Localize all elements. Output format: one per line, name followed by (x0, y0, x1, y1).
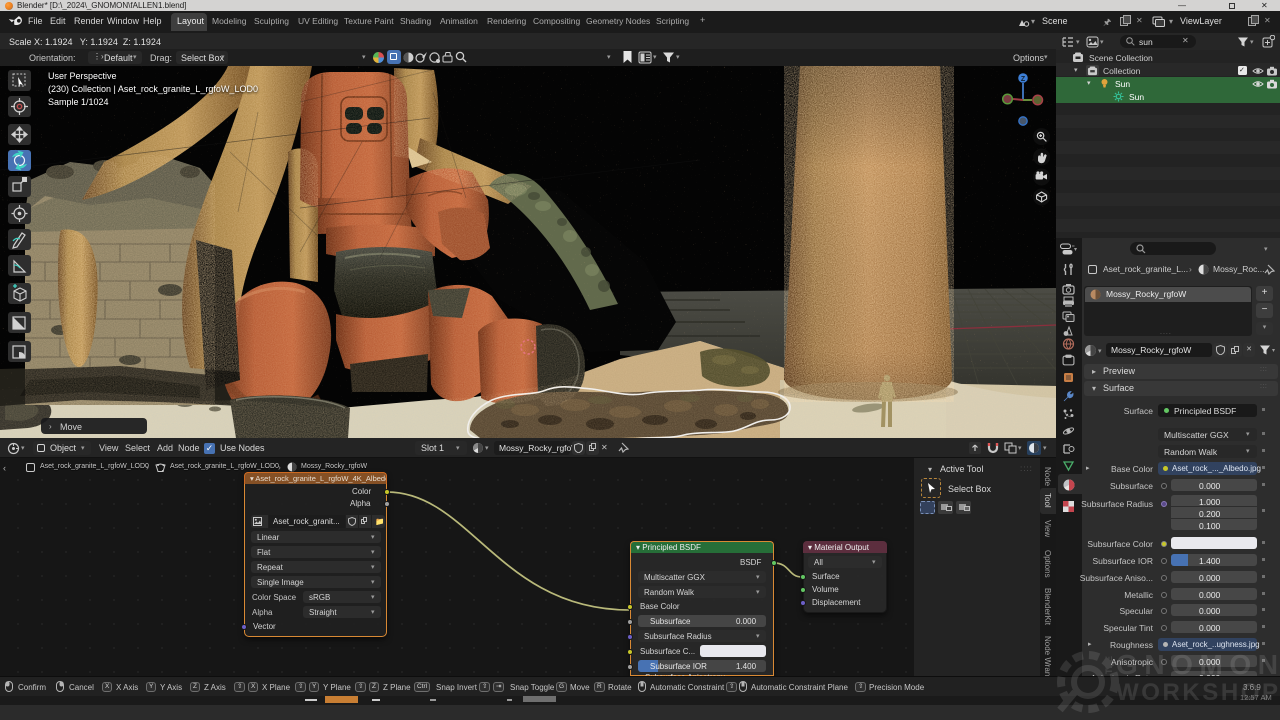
svg-text:Z: Z (1021, 76, 1026, 83)
svg-text:GNOMON: GNOMON (1116, 649, 1278, 680)
svg-text:THE: THE (1104, 656, 1114, 674)
svg-text:WORKSHOP: WORKSHOP (1116, 679, 1278, 706)
